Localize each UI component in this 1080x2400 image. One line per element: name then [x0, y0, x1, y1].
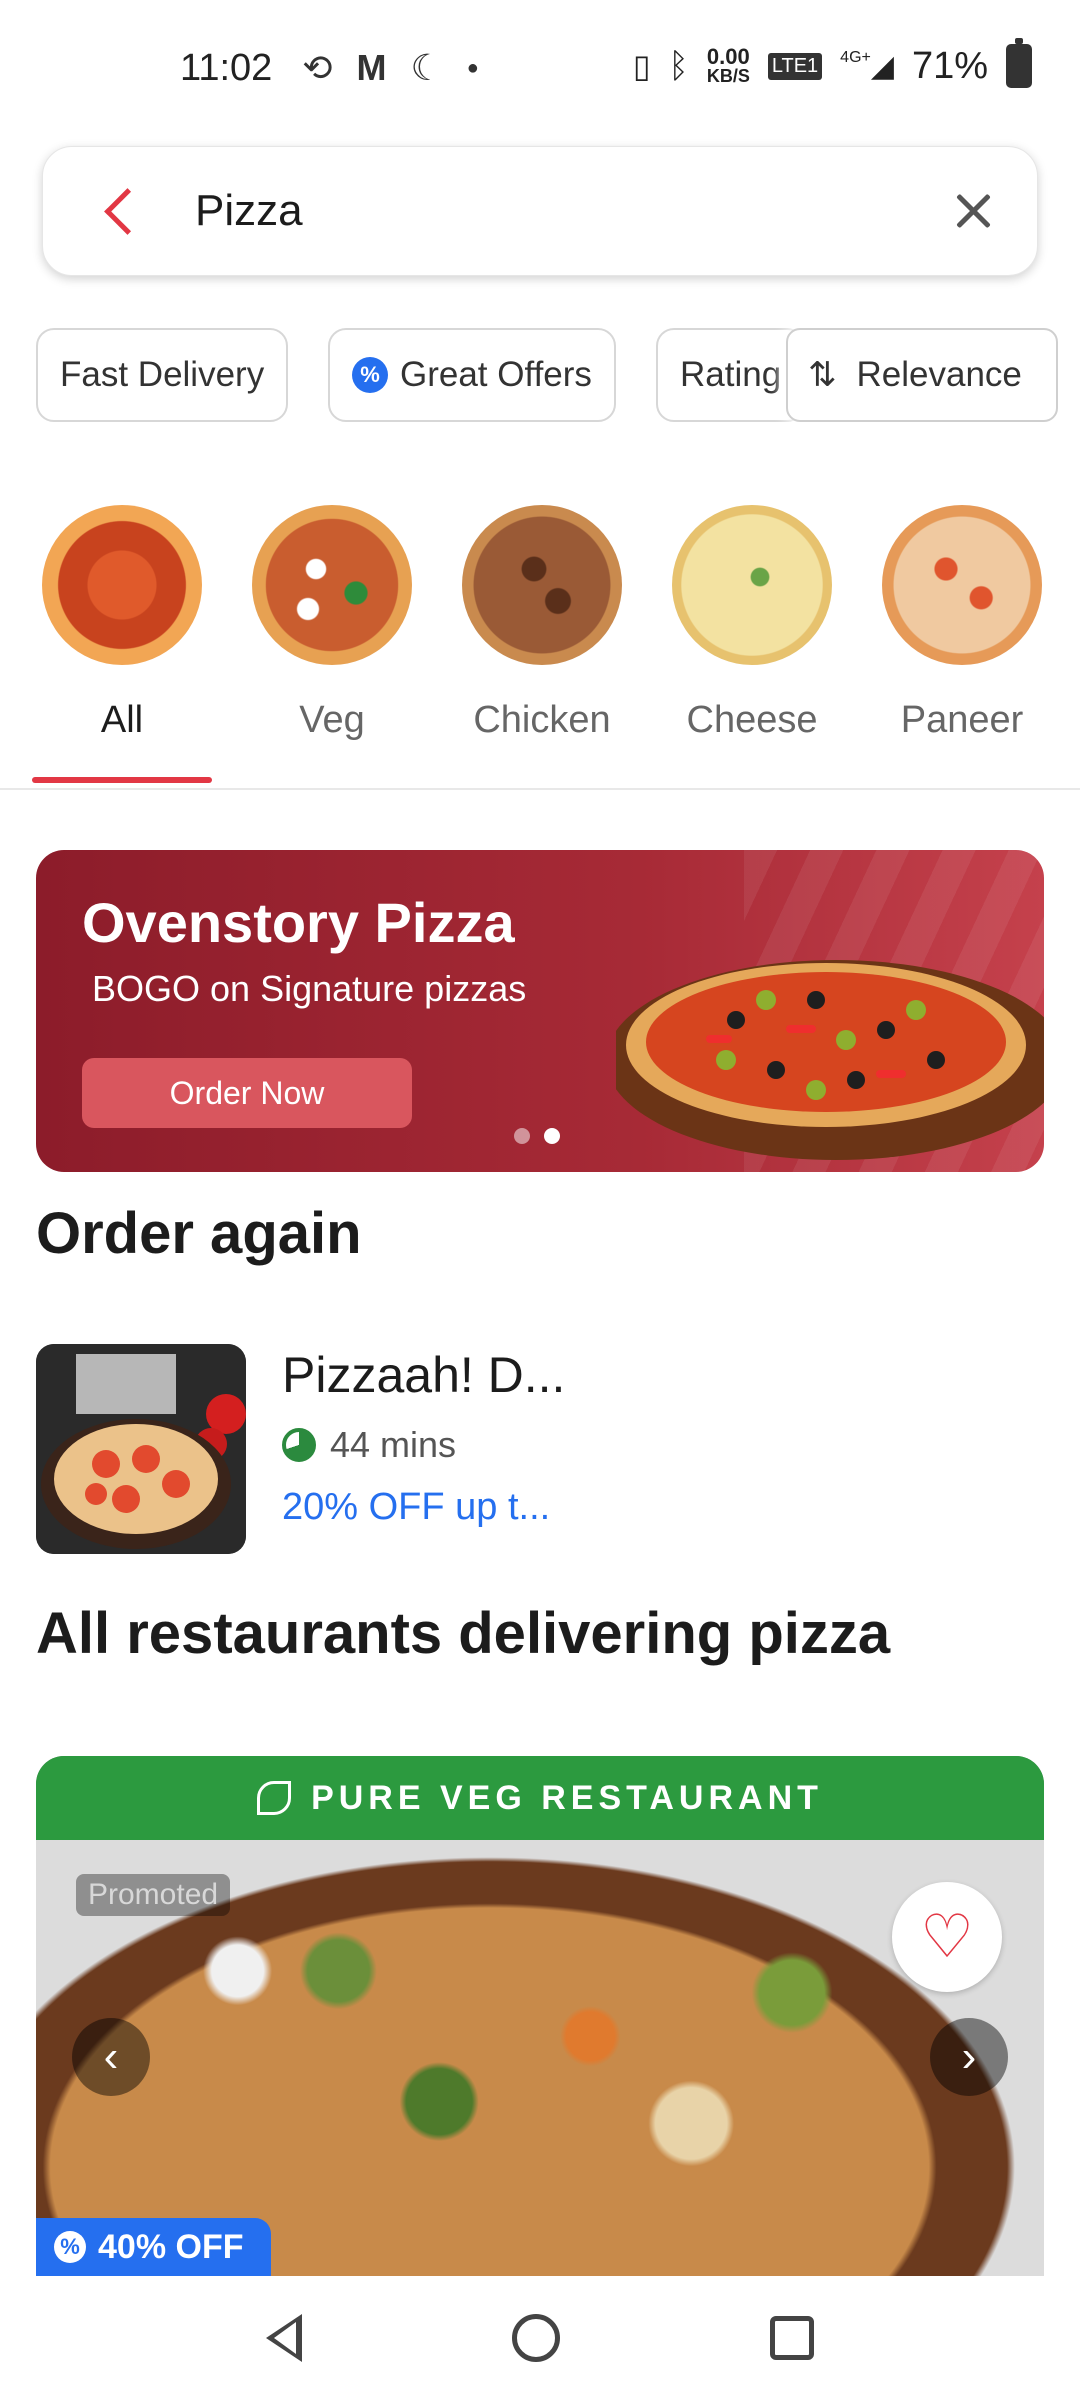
favorite-button[interactable]: ♡	[892, 1882, 1002, 1992]
search-bar	[42, 146, 1038, 276]
system-home-icon[interactable]	[512, 2314, 560, 2362]
category-veg[interactable]: Veg	[232, 505, 432, 742]
heart-icon: ♡	[920, 1903, 974, 1970]
leaf-icon	[257, 1781, 292, 1815]
category-label: Cheese	[686, 699, 818, 741]
banner-pizza-image	[616, 960, 1044, 1160]
search-input[interactable]	[195, 186, 895, 236]
pure-veg-banner: PURE VEG RESTAURANT	[36, 1756, 1044, 1840]
vibrate-icon: ▯	[632, 48, 651, 84]
category-label: All	[100, 699, 144, 741]
banner-subtitle: BOGO on Signature pizzas	[92, 968, 527, 1009]
chevron-right-icon: ›	[961, 2032, 977, 2081]
clear-search-icon[interactable]	[949, 187, 997, 235]
order-again-offer: 20% OFF up t...	[282, 1486, 551, 1528]
battery-icon	[1006, 38, 1032, 88]
promoted-label: Promoted	[76, 1874, 231, 1916]
timer-icon	[282, 1428, 316, 1462]
category-strip: All Veg Chicken Cheese Paneer	[0, 505, 1080, 790]
discount-text: 40% OFF	[98, 2227, 244, 2266]
system-recents-icon[interactable]	[770, 2316, 814, 2360]
restaurant-card[interactable]: PURE VEG RESTAURANT Promoted ♡ ‹ › % 40%…	[36, 1756, 1044, 2276]
mail-notification-icon: M	[356, 47, 387, 88]
category-label: Chicken	[473, 699, 611, 741]
discount-badge: % 40% OFF	[36, 2218, 272, 2276]
order-again-heading: Order again	[36, 1201, 362, 1266]
chevron-left-icon: ‹	[103, 2032, 119, 2081]
active-category-indicator	[32, 777, 212, 783]
pizza-cheese-image	[672, 505, 832, 665]
delivery-time-text: 44 mins	[330, 1424, 457, 1465]
restaurants-heading: All restaurants delivering pizza	[36, 1601, 891, 1666]
back-arrow-icon[interactable]	[93, 181, 153, 241]
status-right: ▯ ᛒ 0.00 KB/S LTE1 4G+◢ 71%	[632, 38, 1032, 88]
system-back-icon[interactable]	[266, 2314, 302, 2362]
order-again-restaurant-name[interactable]: Pizzaah! D...	[282, 1346, 565, 1404]
pizza-paneer-image	[882, 505, 1042, 665]
sort-label: Relevance	[856, 355, 1022, 394]
next-image-button[interactable]: ›	[930, 2018, 1008, 2096]
net-speed-unit: KB/S	[706, 65, 750, 86]
app-notification-icon: ⟲	[302, 47, 333, 88]
bluetooth-icon: ᛒ	[668, 46, 689, 85]
pizza-chicken-image	[462, 505, 622, 665]
pure-veg-label: PURE VEG RESTAURANT	[311, 1778, 823, 1817]
banner-dot[interactable]	[514, 1128, 530, 1144]
pizza-all-image	[42, 505, 202, 665]
category-all[interactable]: All	[22, 505, 222, 742]
sort-button[interactable]: ⇅ Relevance	[786, 328, 1058, 422]
discount-icon: %	[54, 2231, 86, 2263]
banner-dot-active[interactable]	[544, 1128, 560, 1144]
banner-title: Ovenstory Pizza	[82, 891, 515, 954]
system-navigation-bar	[0, 2276, 1080, 2400]
filter-great-offers[interactable]: % Great Offers	[328, 328, 616, 422]
do-not-disturb-icon: ☾	[410, 47, 443, 88]
promo-banner[interactable]: Ovenstory Pizza BOGO on Signature pizzas…	[36, 850, 1044, 1172]
filter-label: Great Offers	[400, 355, 592, 394]
volte-icon: LTE1	[767, 52, 823, 80]
category-paneer[interactable]: Paneer	[862, 505, 1062, 742]
category-label: Paneer	[900, 699, 1024, 741]
category-label: Veg	[299, 699, 365, 741]
status-time: 11:02	[180, 46, 273, 89]
battery-percent: 71%	[911, 44, 988, 87]
order-now-button[interactable]: Order Now	[82, 1058, 412, 1128]
order-again-image[interactable]	[36, 1344, 246, 1554]
status-bar: 11:02 ⟲ M ☾ ● ▯ ᛒ 0.00 KB/S LTE1 4G+◢ 71…	[0, 0, 1080, 136]
net-speed: 0.00 KB/S	[706, 45, 750, 86]
category-cheese[interactable]: Cheese	[652, 505, 852, 742]
category-divider	[0, 788, 1080, 790]
signal-icon: 4G+◢	[840, 48, 894, 83]
pizza-photo	[36, 1344, 246, 1554]
network-type: 4G+	[840, 48, 871, 66]
sort-icon: ⇅	[808, 356, 837, 394]
category-chicken[interactable]: Chicken	[442, 505, 642, 742]
delivery-time: 44 mins	[282, 1424, 456, 1466]
offer-icon: %	[352, 357, 388, 393]
pizza-veg-image	[252, 505, 412, 665]
filter-label: Rating	[680, 355, 782, 394]
previous-image-button[interactable]: ‹	[72, 2018, 150, 2096]
filter-rating[interactable]: Rating	[656, 328, 806, 422]
filter-fast-delivery[interactable]: Fast Delivery	[36, 328, 289, 422]
more-notifications-dot-icon: ●	[466, 56, 479, 79]
banner-pagination	[514, 1128, 560, 1144]
filter-label: Fast Delivery	[60, 355, 265, 394]
